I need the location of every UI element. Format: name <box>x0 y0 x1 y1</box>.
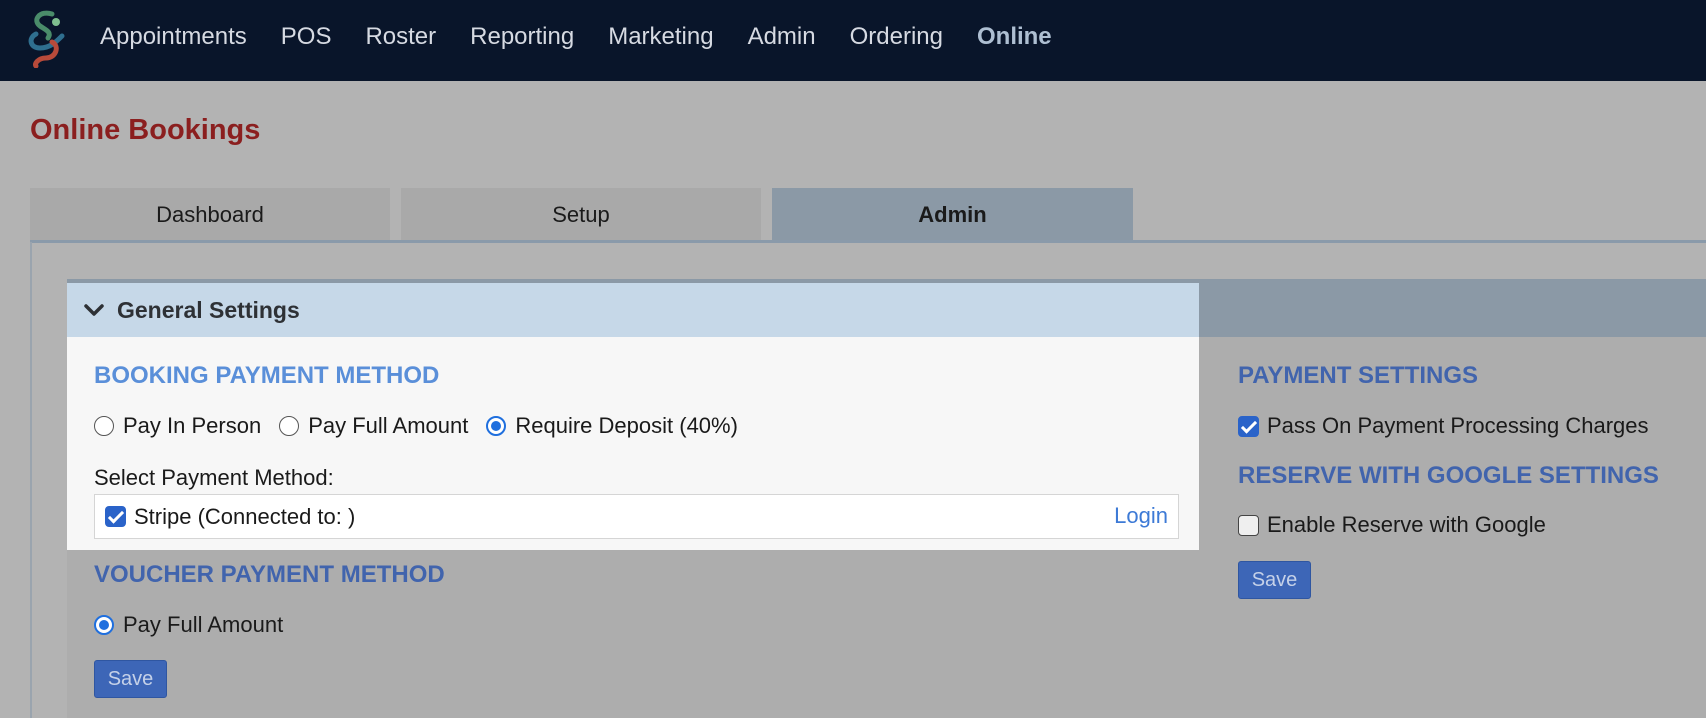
booking-payment-heading: BOOKING PAYMENT METHOD <box>94 362 440 389</box>
stripe-label: Stripe (Connected to: ) <box>134 503 356 529</box>
general-settings-label: General Settings <box>117 296 300 323</box>
tab-dashboard[interactable]: Dashboard <box>30 188 390 242</box>
content-border <box>30 242 32 718</box>
enable-google-checkbox[interactable] <box>1238 514 1259 536</box>
enable-google-label[interactable]: Enable Reserve with Google <box>1267 512 1546 538</box>
nav-item-ordering[interactable]: Ordering <box>850 23 943 51</box>
google-save-button[interactable]: Save <box>1238 561 1311 599</box>
general-settings-toggle[interactable]: General Settings <box>67 283 1199 337</box>
require-deposit-radio[interactable] <box>486 416 507 436</box>
app-logo[interactable] <box>22 8 70 68</box>
page-title: Online Bookings <box>30 114 261 146</box>
voucher-payment-options: Pay Full Amount <box>94 612 301 638</box>
voucher-payment-heading: VOUCHER PAYMENT METHOD <box>94 561 445 588</box>
top-navigation-bar: Appointments POS Roster Reporting Market… <box>0 0 1706 81</box>
main-menu: Appointments POS Roster Reporting Market… <box>100 0 1086 74</box>
select-payment-method-label: Select Payment Method: <box>94 465 334 490</box>
nav-item-roster[interactable]: Roster <box>365 23 436 51</box>
chevron-down-icon <box>84 304 104 316</box>
stripe-login-link[interactable]: Login <box>1114 503 1168 529</box>
nav-item-admin[interactable]: Admin <box>748 23 816 51</box>
pass-on-charges-label[interactable]: Pass On Payment Processing Charges <box>1267 413 1649 439</box>
tab-divider <box>30 240 1706 243</box>
pay-in-person-radio[interactable] <box>94 416 114 436</box>
pay-full-amount-radio[interactable] <box>279 416 300 436</box>
pay-full-amount-label[interactable]: Pay Full Amount <box>308 413 468 439</box>
require-deposit-label[interactable]: Require Deposit (40%) <box>515 413 738 439</box>
nav-item-pos[interactable]: POS <box>281 23 332 51</box>
nav-item-reporting[interactable]: Reporting <box>470 23 574 51</box>
voucher-save-button[interactable]: Save <box>94 660 167 698</box>
enable-google-row: Enable Reserve with Google <box>1238 512 1546 538</box>
nav-item-marketing[interactable]: Marketing <box>608 23 713 51</box>
payment-settings-heading: PAYMENT SETTINGS <box>1238 362 1479 389</box>
pass-on-charges-row: Pass On Payment Processing Charges <box>1238 413 1649 439</box>
voucher-pay-full-label[interactable]: Pay Full Amount <box>123 612 283 638</box>
stripe-checkbox[interactable] <box>105 506 126 527</box>
nav-item-appointments[interactable]: Appointments <box>100 23 247 51</box>
reserve-google-heading: RESERVE WITH GOOGLE SETTINGS <box>1238 462 1659 489</box>
voucher-pay-full-radio[interactable] <box>94 615 114 635</box>
tab-admin[interactable]: Admin <box>772 188 1133 242</box>
booking-payment-options: Pay In Person Pay Full Amount Require De… <box>94 413 756 439</box>
nav-item-online[interactable]: Online <box>977 23 1052 51</box>
payment-method-row: Stripe (Connected to: ) Login <box>94 494 1179 539</box>
pay-in-person-label[interactable]: Pay In Person <box>123 413 261 439</box>
pass-on-charges-checkbox[interactable] <box>1238 415 1259 437</box>
tab-setup[interactable]: Setup <box>401 188 761 242</box>
